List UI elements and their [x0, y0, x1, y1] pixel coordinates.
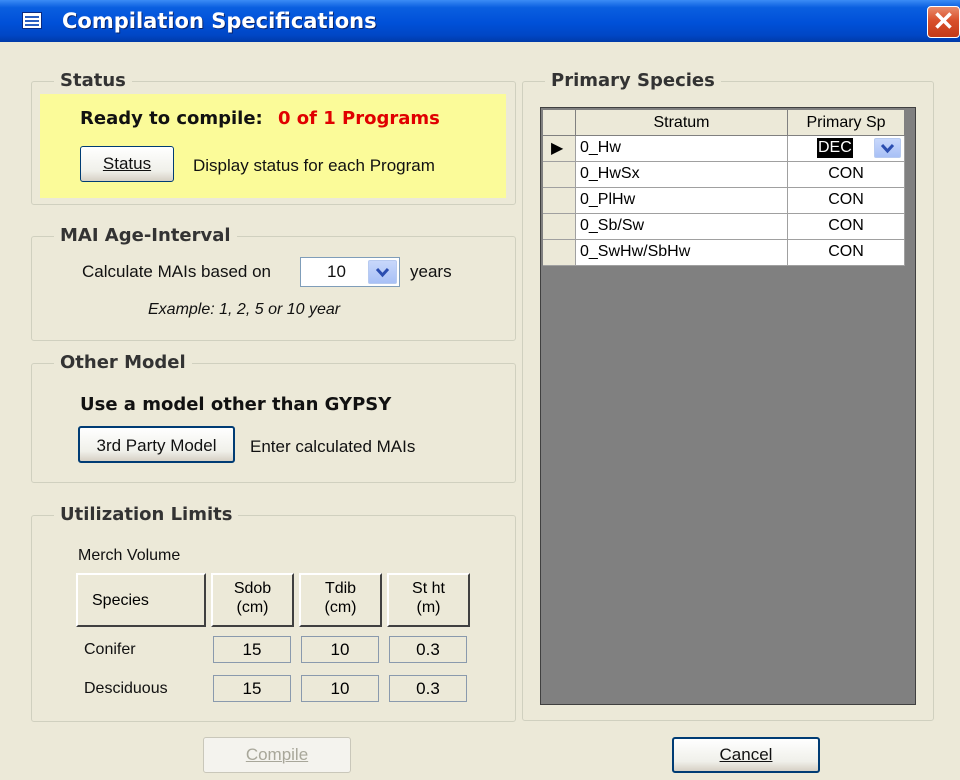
status-legend: Status	[54, 70, 132, 91]
primary-sp-cell[interactable]: CON	[788, 188, 905, 214]
mai-group: MAI Age-Interval	[31, 225, 516, 341]
tdib-header: Tdib (cm)	[299, 573, 382, 627]
status-button-label: Status	[102, 154, 152, 173]
chevron-down-icon[interactable]	[874, 138, 901, 158]
ready-label: Ready to compile:	[80, 108, 263, 129]
stratum-cell[interactable]: 0_PlHw	[576, 188, 788, 214]
grid-corner	[543, 110, 576, 136]
mai-legend: MAI Age-Interval	[54, 225, 237, 246]
mai-label: Calculate MAIs based on	[82, 262, 271, 281]
desciduous-stht-field[interactable]: 0.3	[389, 675, 467, 702]
cancel-button-label: Cancel	[719, 745, 773, 764]
title-bar[interactable]: Compilation Specifications ✕	[0, 0, 960, 42]
row-selector[interactable]	[543, 214, 576, 240]
mai-unit: years	[410, 262, 452, 281]
stratum-cell[interactable]: 0_SwHw/SbHw	[576, 240, 788, 266]
compilation-dialog: Compilation Specifications ✕ Status Read…	[0, 0, 960, 780]
other-model-legend: Other Model	[54, 352, 192, 373]
primary-species-legend: Primary Species	[545, 70, 721, 91]
desciduous-sdob-field[interactable]: 15	[213, 675, 291, 702]
desciduous-label: Desciduous	[84, 680, 168, 697]
stratum-cell[interactable]: 0_HwSx	[576, 162, 788, 188]
species-header: Species	[76, 573, 206, 627]
sdob-header: Sdob (cm)	[211, 573, 294, 627]
desciduous-tdib-field[interactable]: 10	[301, 675, 379, 702]
primary-sp-cell[interactable]: DEC	[788, 136, 905, 162]
form-icon	[22, 12, 42, 29]
third-party-model-button[interactable]: 3rd Party Model	[78, 426, 235, 463]
merch-volume-label: Merch Volume	[78, 547, 181, 564]
compile-button[interactable]: Compile	[203, 737, 351, 773]
conifer-tdib-field[interactable]: 10	[301, 636, 379, 663]
close-button[interactable]: ✕	[927, 6, 960, 38]
primary-sp-column-header[interactable]: Primary Sp	[788, 110, 905, 136]
window-title: Compilation Specifications	[62, 9, 377, 33]
primary-sp-selected-value: DEC	[817, 138, 853, 158]
utilization-legend: Utilization Limits	[54, 504, 239, 525]
status-description: Display status for each Program	[193, 156, 435, 175]
ready-value: 0 of 1 Programs	[278, 108, 440, 129]
interval-select[interactable]: 10	[300, 257, 400, 287]
other-model-heading: Use a model other than GYPSY	[80, 394, 392, 415]
row-selector[interactable]	[543, 240, 576, 266]
row-selector[interactable]	[543, 162, 576, 188]
conifer-label: Conifer	[84, 641, 136, 658]
other-model-description: Enter calculated MAIs	[250, 437, 416, 456]
row-pointer-icon: ▶	[551, 140, 564, 157]
compile-button-label: Compile	[245, 745, 309, 764]
stratum-cell[interactable]: 0_Hw	[576, 136, 788, 162]
interval-value: 10	[327, 262, 346, 281]
stratum-cell[interactable]: 0_Sb/Sw	[576, 214, 788, 240]
cancel-button[interactable]: Cancel	[672, 737, 820, 773]
stht-header: St ht (m)	[387, 573, 470, 627]
primary-sp-cell[interactable]: CON	[788, 240, 905, 266]
mai-example: Example: 1, 2, 5 or 10 year	[148, 301, 341, 318]
primary-sp-cell[interactable]: CON	[788, 214, 905, 240]
chevron-down-icon[interactable]	[368, 260, 397, 284]
primary-sp-cell[interactable]: CON	[788, 162, 905, 188]
conifer-sdob-field[interactable]: 15	[213, 636, 291, 663]
conifer-stht-field[interactable]: 0.3	[389, 636, 467, 663]
row-selector[interactable]	[543, 188, 576, 214]
status-button[interactable]: Status	[80, 146, 174, 182]
stratum-column-header[interactable]: Stratum	[576, 110, 788, 136]
primary-species-grid[interactable]: Stratum Primary Sp ▶ 0_Hw DEC 0_HwSx CON…	[540, 107, 916, 705]
other-model-group: Other Model	[31, 352, 516, 483]
row-selector[interactable]: ▶	[543, 136, 576, 162]
